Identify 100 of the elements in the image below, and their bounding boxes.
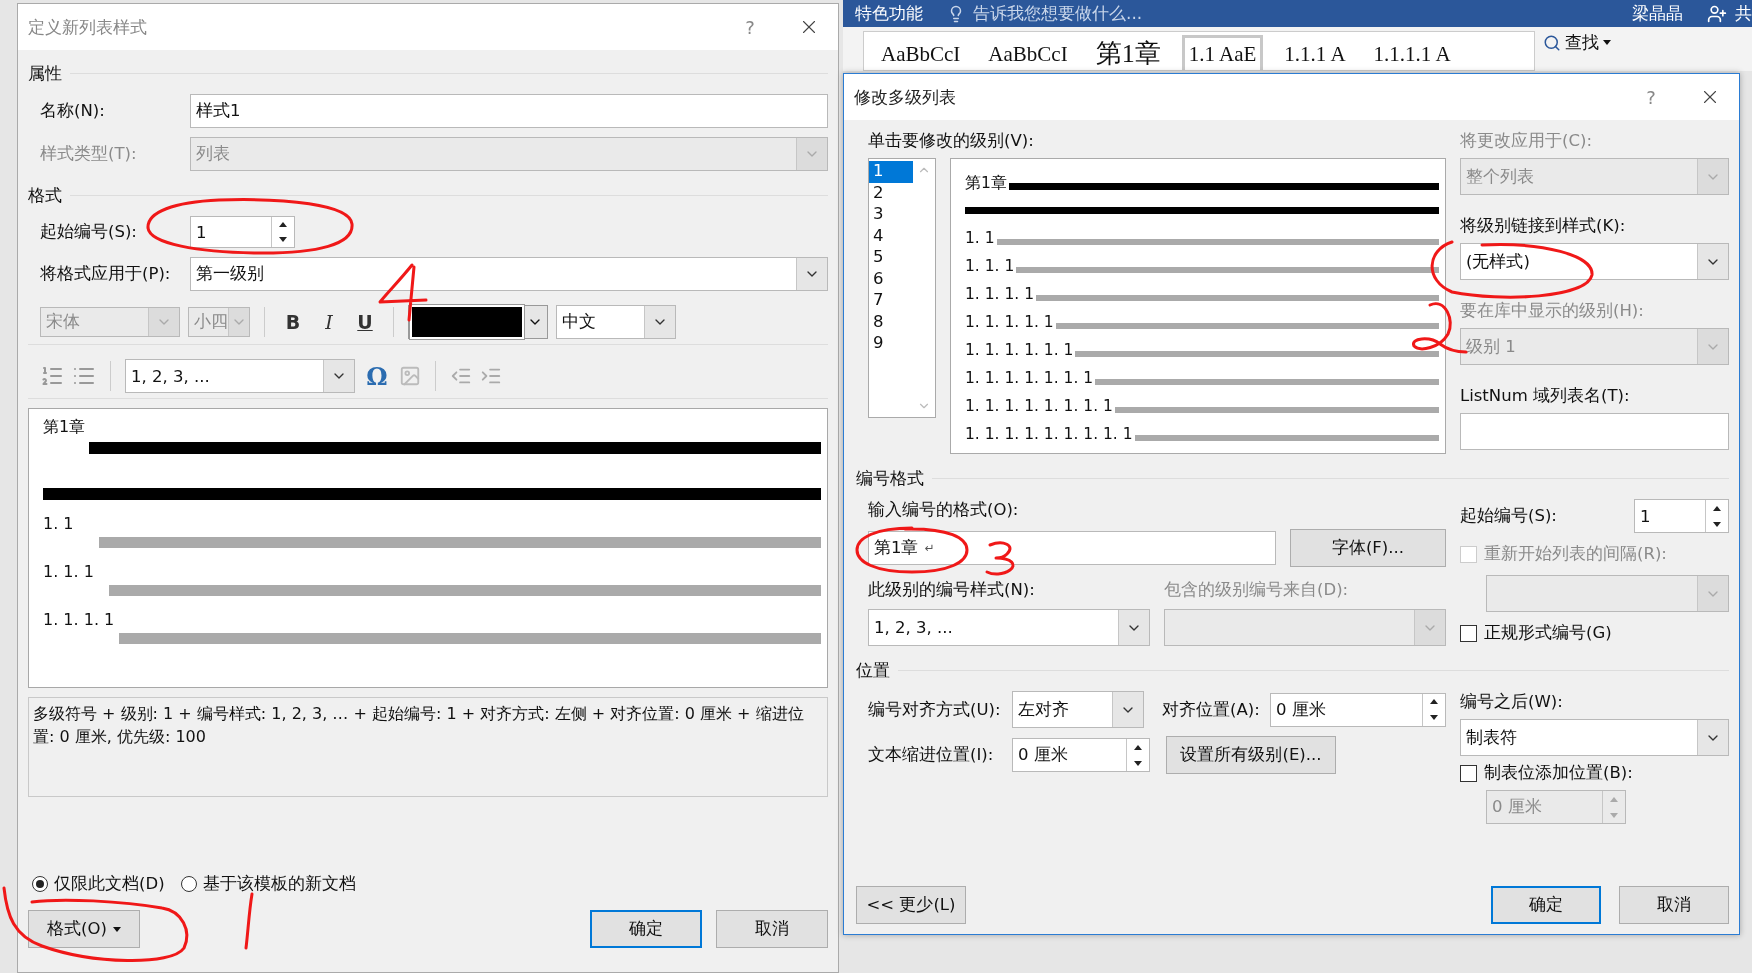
cancel-button[interactable]: 取消 — [1619, 886, 1729, 924]
font-button[interactable]: 字体(F)... — [1290, 529, 1446, 567]
help-button[interactable]: ? — [730, 16, 770, 38]
tell-me-search[interactable]: 告诉我您想要做什么... — [973, 2, 1143, 25]
style-description: 多级符号 + 级别: 1 + 编号样式: 1, 2, 3, … + 起始编号: 1 + 对齐方式: 左侧 + 对齐位置: 0 厘米 + 缩进位置: 0 厘米, 优先级: 100 — [28, 697, 828, 797]
field-label: 要在库中显示的级别(H): — [1460, 300, 1645, 322]
level-item[interactable]: 3 — [869, 204, 913, 226]
spin-down-icon[interactable] — [1430, 715, 1438, 720]
preview-number: 第1章 — [43, 417, 87, 438]
preview-number: 1. 1. 1. 1. 1 — [965, 312, 1054, 332]
handwritten-digit-drawing — [985, 541, 1015, 576]
section-heading: 位置 — [856, 659, 890, 682]
ribbon-tab[interactable]: 特色功能 — [855, 2, 923, 25]
spin-up-icon[interactable] — [279, 222, 287, 227]
language-dropdown[interactable]: 中文 — [556, 305, 676, 339]
preview-number: 1. 1. 1. 1. 1. 1 — [965, 340, 1074, 360]
style-sample[interactable]: AaBbCcI — [981, 35, 1075, 70]
section-heading: 编号格式 — [856, 467, 924, 490]
field-label: 输入编号的格式(O): — [868, 499, 1020, 521]
bold-button[interactable]: B — [279, 311, 307, 333]
field-label: 单击要修改的级别(V): — [868, 130, 1035, 152]
set-all-levels-button[interactable]: 设置所有级别(E)... — [1166, 736, 1336, 774]
style-sample[interactable]: AaBbCcI — [874, 35, 968, 70]
field-label: 编号之后(W): — [1460, 691, 1564, 713]
aligned-at-spinner[interactable]: 0 厘米 — [1270, 692, 1446, 727]
section-heading: 格式 — [28, 184, 62, 207]
start-number-spinner[interactable]: 1 — [190, 216, 295, 248]
handwritten-digit-drawing — [378, 263, 428, 322]
field-label: 将格式应用于(P): — [40, 263, 172, 285]
style-sample[interactable]: 1.1.1 A — [1277, 35, 1353, 70]
cancel-button[interactable]: 取消 — [716, 910, 828, 948]
field-label: 将更改应用于(C): — [1460, 130, 1593, 152]
spin-up-icon[interactable] — [1430, 699, 1438, 704]
less-button[interactable]: << 更少(L) — [856, 886, 966, 924]
help-button[interactable]: ? — [1631, 86, 1671, 108]
preview-number: 1. 1. 1. 1. 1. 1. 1. 1 — [965, 396, 1113, 416]
symbol-button[interactable]: Ω — [363, 361, 391, 391]
style-sample[interactable]: 第1章 — [1088, 35, 1168, 70]
alignment-dropdown[interactable]: 左对齐 — [1012, 691, 1144, 728]
number-style-dropdown[interactable]: 1, 2, 3, ... — [125, 359, 355, 393]
level-item[interactable]: 5 — [869, 247, 913, 269]
underline-button[interactable]: U — [351, 311, 379, 333]
section-heading: 属性 — [28, 62, 62, 85]
number-style-dropdown[interactable]: 1, 2, 3, ... — [868, 609, 1150, 646]
find-button[interactable]: 查找 — [1543, 31, 1611, 54]
user-icon[interactable] — [1707, 3, 1727, 24]
level-item[interactable]: 1 — [869, 161, 913, 183]
follow-with-dropdown[interactable]: 制表符 — [1460, 719, 1729, 756]
preview-number: 1. 1. 1. 1. 1. 1. 1 — [965, 368, 1094, 388]
level-item[interactable]: 6 — [869, 268, 913, 290]
spin-down-icon[interactable] — [1713, 521, 1721, 527]
preview-number: 1. 1 — [43, 514, 75, 533]
preview-number: 1. 1. 1. 1. 1. 1. 1. 1. 1 — [965, 424, 1133, 444]
level-item[interactable]: 4 — [869, 225, 913, 247]
user-name[interactable]: 梁晶晶 — [1632, 2, 1683, 25]
field-label: 起始编号(S): — [1460, 505, 1558, 527]
share-button[interactable]: 共 — [1735, 2, 1752, 25]
radio-option[interactable]: 仅限此文档(D) — [32, 873, 165, 895]
radio-option[interactable]: 基于该模板的新文档 — [180, 873, 356, 895]
apply-to-dropdown[interactable]: 第一级别 — [190, 257, 828, 291]
field-label: 编号对齐方式(U): — [868, 698, 1002, 721]
dialog-title: 修改多级列表 — [854, 85, 957, 109]
level-item[interactable]: 8 — [869, 311, 913, 333]
spin-up-icon[interactable] — [1713, 505, 1721, 511]
search-icon — [1543, 33, 1561, 52]
field-label: 对齐位置(A): — [1161, 698, 1261, 721]
caret-icon[interactable] — [112, 926, 121, 932]
italic-button[interactable]: I — [315, 311, 343, 333]
format-menu-button[interactable]: 格式(O) — [28, 910, 140, 948]
preview-number: 1. 1. 1. 1 — [43, 610, 116, 629]
field-label: 此级别的编号样式(N): — [868, 579, 1036, 601]
preview-number: 1. 1 — [965, 228, 995, 248]
field-label: 包含的级别编号来自(D): — [1164, 579, 1350, 601]
style-sample[interactable]: 1.1.1.1 A — [1366, 35, 1458, 70]
spin-up-icon[interactable] — [1134, 744, 1142, 750]
checkbox[interactable]: 制表位添加位置(B): — [1460, 762, 1729, 784]
level-list[interactable]: 1 2 3 4 5 6 7 8 9 — [868, 158, 936, 418]
link-style-dropdown[interactable]: (无样式) — [1460, 243, 1729, 280]
level-item[interactable]: 7 — [869, 290, 913, 312]
number-format-input[interactable]: 第1章 ↵ — [868, 531, 1276, 565]
start-number-spinner[interactable]: 1 — [1634, 499, 1729, 533]
name-input[interactable]: 样式1 — [190, 94, 828, 128]
ok-button[interactable]: 确定 — [1491, 886, 1601, 924]
level-item[interactable]: 9 — [869, 333, 913, 355]
field-label: 文本缩进位置(I): — [868, 744, 995, 766]
listnum-name-input[interactable] — [1460, 413, 1729, 450]
field-label: 起始编号(S): — [40, 221, 138, 243]
spin-down-icon[interactable] — [279, 237, 287, 242]
field-label: 名称(N): — [40, 100, 106, 122]
stroke-annotation — [244, 892, 254, 950]
indent-at-spinner[interactable]: 0 厘米 — [1012, 738, 1150, 772]
ok-button[interactable]: 确定 — [590, 910, 702, 948]
preview-number: 1. 1. 1. 1 — [965, 284, 1034, 304]
font-color-picker[interactable] — [408, 305, 548, 339]
caret-icon[interactable] — [1603, 40, 1611, 45]
field-label: 将级别链接到样式(K): — [1460, 215, 1627, 237]
spin-down-icon[interactable] — [1134, 760, 1142, 766]
checkbox[interactable]: 正规形式编号(G) — [1460, 622, 1729, 644]
level-item[interactable]: 2 — [869, 182, 913, 204]
style-sample[interactable]: 1.1 AaE — [1181, 35, 1264, 70]
